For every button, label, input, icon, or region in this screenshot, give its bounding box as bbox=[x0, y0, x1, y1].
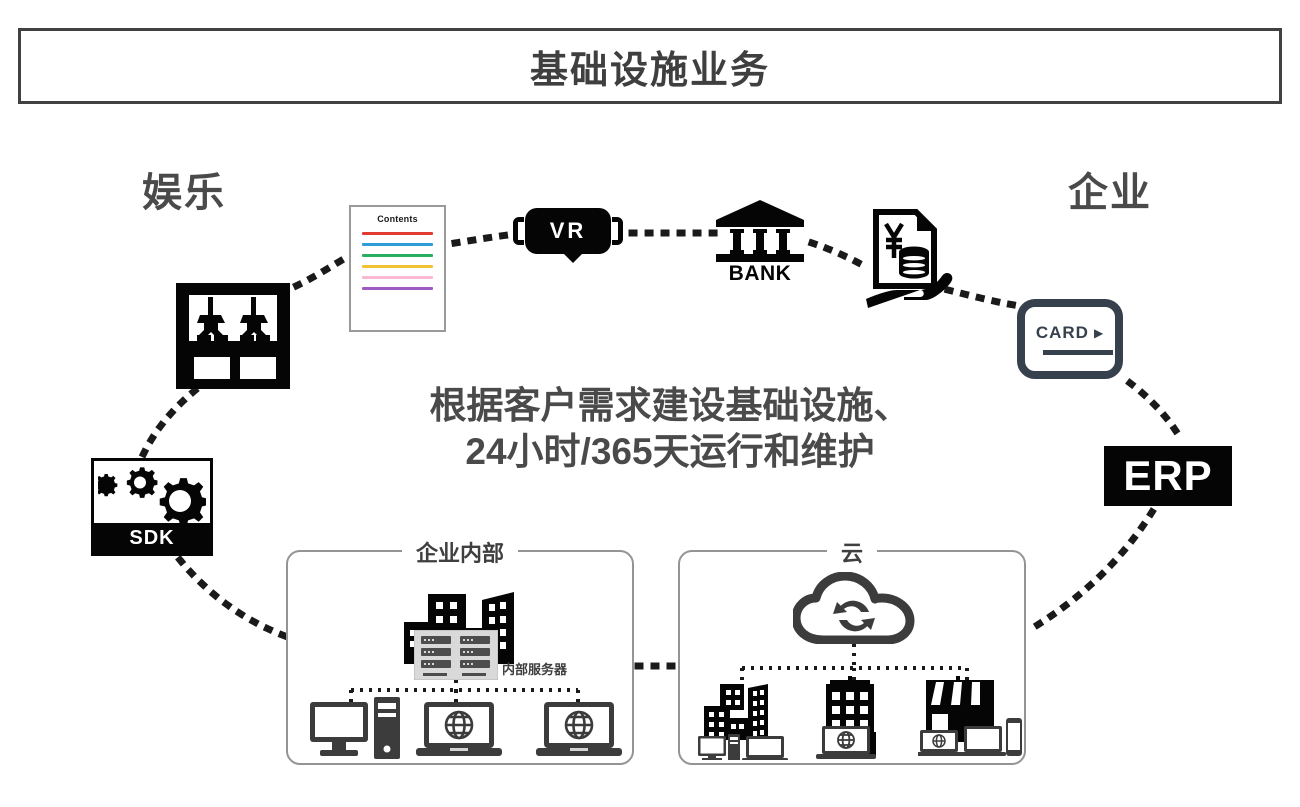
desktop-pc-icon bbox=[698, 736, 726, 760]
contents-document: Contents bbox=[349, 205, 446, 332]
city-buildings-icon bbox=[698, 684, 788, 760]
card-reader-label: CARD bbox=[1035, 323, 1089, 342]
center-message: 根据客户需求建设基础设施、 24小时/365天运行和维护 bbox=[350, 383, 990, 475]
contents-document-title: Contents bbox=[377, 214, 418, 224]
laptop-globe-icon bbox=[416, 702, 502, 756]
desktop-pc-icon bbox=[310, 702, 368, 756]
panel-enterprise-internal: 企业内部 内部服务器 bbox=[286, 536, 634, 765]
vr-strap-hole-right bbox=[612, 222, 618, 240]
contents-line-4 bbox=[362, 265, 433, 268]
connector-payment-to-card bbox=[943, 285, 1019, 310]
laptop-globe-icon bbox=[536, 702, 622, 756]
connector-contents-to-vr bbox=[450, 231, 512, 248]
card-reader-row: CARD ▶ bbox=[1025, 323, 1115, 343]
bank-label: BANK bbox=[728, 262, 792, 285]
laptop-globe-icon bbox=[816, 726, 876, 759]
laptop-icon bbox=[742, 736, 788, 760]
hand-holding-invoice-icon bbox=[866, 209, 953, 308]
gears-icon bbox=[98, 467, 206, 526]
diagram-canvas: 基础设施业务 娱乐 企业 SDK Contents VR BANK CARD ▶… bbox=[0, 0, 1300, 807]
office-building-icon bbox=[816, 676, 876, 759]
claw-machine-icon bbox=[176, 283, 290, 389]
pc-tower-icon bbox=[374, 697, 400, 759]
connector-card-to-erp bbox=[1125, 378, 1187, 446]
contents-line-2 bbox=[362, 243, 433, 246]
pc-tower-icon bbox=[728, 734, 740, 760]
smartphone-icon bbox=[1006, 718, 1022, 756]
contents-line-1 bbox=[362, 232, 433, 235]
sdk-label: SDK bbox=[94, 523, 210, 553]
tablet-icon bbox=[960, 726, 1006, 756]
card-reader-arrow-icon: ▶ bbox=[1093, 326, 1105, 340]
contents-line-6 bbox=[362, 287, 433, 290]
connector-bank-to-payment bbox=[807, 238, 873, 273]
connector-sdk-to-internal bbox=[175, 555, 290, 641]
connector-erp-to-cloud bbox=[1021, 507, 1157, 637]
laptop-globe-icon bbox=[918, 730, 962, 756]
bank-icon bbox=[716, 200, 804, 262]
sdk-tile: SDK bbox=[91, 458, 213, 556]
contents-line-5 bbox=[362, 276, 433, 279]
erp-label: ERP bbox=[1123, 452, 1213, 499]
vr-label: VR bbox=[549, 218, 587, 243]
center-message-line2: 24小时/365天运行和维护 bbox=[465, 431, 875, 472]
erp-badge-icon: ERP bbox=[1104, 446, 1232, 506]
vr-headset-icon: VR bbox=[513, 208, 623, 263]
card-reader-icon: CARD ▶ bbox=[1017, 299, 1123, 379]
storefront-icon bbox=[918, 676, 1022, 756]
center-message-line1: 根据客户需求建设基础设施、 bbox=[429, 385, 911, 426]
contents-line-3 bbox=[362, 254, 433, 257]
panel-cloud: 云 bbox=[678, 536, 1026, 765]
card-reader-slot bbox=[1043, 350, 1113, 355]
vr-strap-hole-left bbox=[518, 222, 524, 240]
